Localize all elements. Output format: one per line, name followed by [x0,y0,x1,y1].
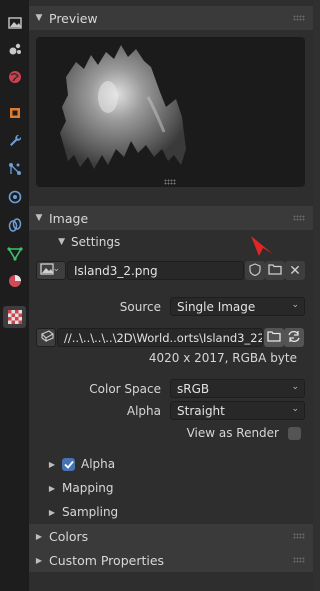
chevron-down-icon: ⌄ [52,264,60,274]
drag-grip-icon[interactable] [293,15,305,21]
preview-title: Preview [49,10,98,26]
image-browse-button[interactable]: ⌄ [36,261,66,280]
scene-tab[interactable] [3,38,26,60]
custom-properties-panel-header[interactable]: ▶ Custom Properties [29,548,313,572]
object-tab[interactable] [3,102,26,124]
physics-icon [7,189,23,205]
modifier-wrench-icon [7,133,23,149]
chevron-down-icon: ⌄ [291,404,299,414]
alpha-mode-dropdown[interactable]: Straight ⌄ [170,401,305,420]
colors-panel-header[interactable]: ▶ Colors [29,524,313,548]
filepath-status-icon-box [36,328,56,347]
colorspace-dropdown[interactable]: sRGB ⌄ [170,379,305,398]
view-as-render-label: View as Render [186,426,279,440]
particles-tab[interactable] [3,158,26,180]
settings-label: Settings [71,235,121,249]
expand-arrow-icon: ▶ [48,483,55,493]
expand-arrow-icon: ▶ [48,507,55,517]
source-dropdown[interactable]: Single Image ⌄ [170,297,305,316]
world-tab[interactable] [3,66,26,88]
drag-grip-icon[interactable] [293,557,305,563]
image-info: 4020 x 2017, RGBA byte [148,351,297,365]
folder-icon [267,330,281,345]
scene-icon [7,41,23,57]
texture-preview [36,37,305,187]
image-panel-title: Image [49,210,89,226]
constraints-icon [7,217,23,233]
constraints-tab[interactable] [3,214,26,236]
packed-file-icon [40,330,54,345]
alpha-mode-value: Straight [177,403,225,418]
mapping-subpanel-label: Mapping [62,481,114,495]
colorspace-label: Color Space [89,382,161,396]
reload-image-button[interactable] [284,328,304,347]
properties-tab-strip [0,0,29,591]
modifier-tab[interactable] [3,130,26,152]
source-value: Single Image [177,299,256,314]
reload-icon [287,330,301,346]
alpha-subpanel-label: Alpha [81,457,116,471]
preview-panel-header[interactable]: ▼ Preview [29,6,313,30]
filebrowser-button[interactable] [264,328,284,347]
world-icon [7,69,23,85]
image-render-icon [7,15,23,31]
image-name: Island3_2.png [74,263,158,278]
data-icon [6,245,23,261]
resize-handle-icon[interactable] [164,179,176,185]
particles-icon [7,161,23,177]
fake-user-button[interactable] [245,261,265,280]
mapping-subpanel-header[interactable]: ▶ Mapping [29,477,313,499]
custom-properties-title: Custom Properties [49,552,165,568]
expand-arrow-icon: ▶ [48,459,55,469]
folder-icon [268,263,282,278]
image-name-field[interactable]: Island3_2.png [67,261,244,280]
drag-grip-icon[interactable] [293,215,305,221]
view-as-render-checkbox[interactable] [288,427,301,440]
collapse-arrow-icon: ▼ [35,213,43,223]
heightmap-preview-image [60,45,186,169]
colors-panel-title: Colors [49,528,89,544]
render-tab[interactable] [3,12,26,34]
filepath-field[interactable]: //..\..\..\..\2D\World..orts\Island3_22.… [57,328,263,347]
unlink-image-button[interactable]: ✕ [285,261,305,280]
alpha-checkbox[interactable] [62,457,75,471]
image-panel-header[interactable]: ▼ Image [29,206,313,230]
data-tab[interactable] [3,242,26,264]
annotation-arrow-icon [251,236,273,256]
alpha-mode-label: Alpha [126,404,161,418]
open-image-button[interactable] [265,261,285,280]
chevron-down-icon: ⌄ [291,300,299,310]
filepath-value: //..\..\..\..\2D\World..orts\Island3_22.… [64,330,262,345]
close-icon: ✕ [289,262,301,279]
material-tab[interactable] [3,270,26,292]
sampling-subpanel-header[interactable]: ▶ Sampling [29,501,313,523]
collapse-arrow-icon: ▼ [58,237,65,247]
material-icon [7,273,23,289]
chevron-down-icon: ⌄ [291,382,299,392]
source-label: Source [119,300,161,314]
texture-properties-panel: ▼ Preview ▼ Image ▼ Settings ⌄ Island3_2… [29,0,313,591]
texture-tab[interactable] [3,306,26,328]
physics-tab[interactable] [3,186,26,208]
texture-icon [7,309,23,325]
sampling-subpanel-label: Sampling [62,505,119,519]
object-icon [7,105,23,121]
alpha-subpanel-header[interactable]: ▶ Alpha [29,453,313,475]
drag-grip-icon[interactable] [293,533,305,539]
expand-arrow-icon: ▶ [35,555,43,565]
collapse-arrow-icon: ▼ [35,13,43,23]
colorspace-value: sRGB [177,381,210,396]
shield-icon [249,262,261,279]
expand-arrow-icon: ▶ [35,531,43,541]
